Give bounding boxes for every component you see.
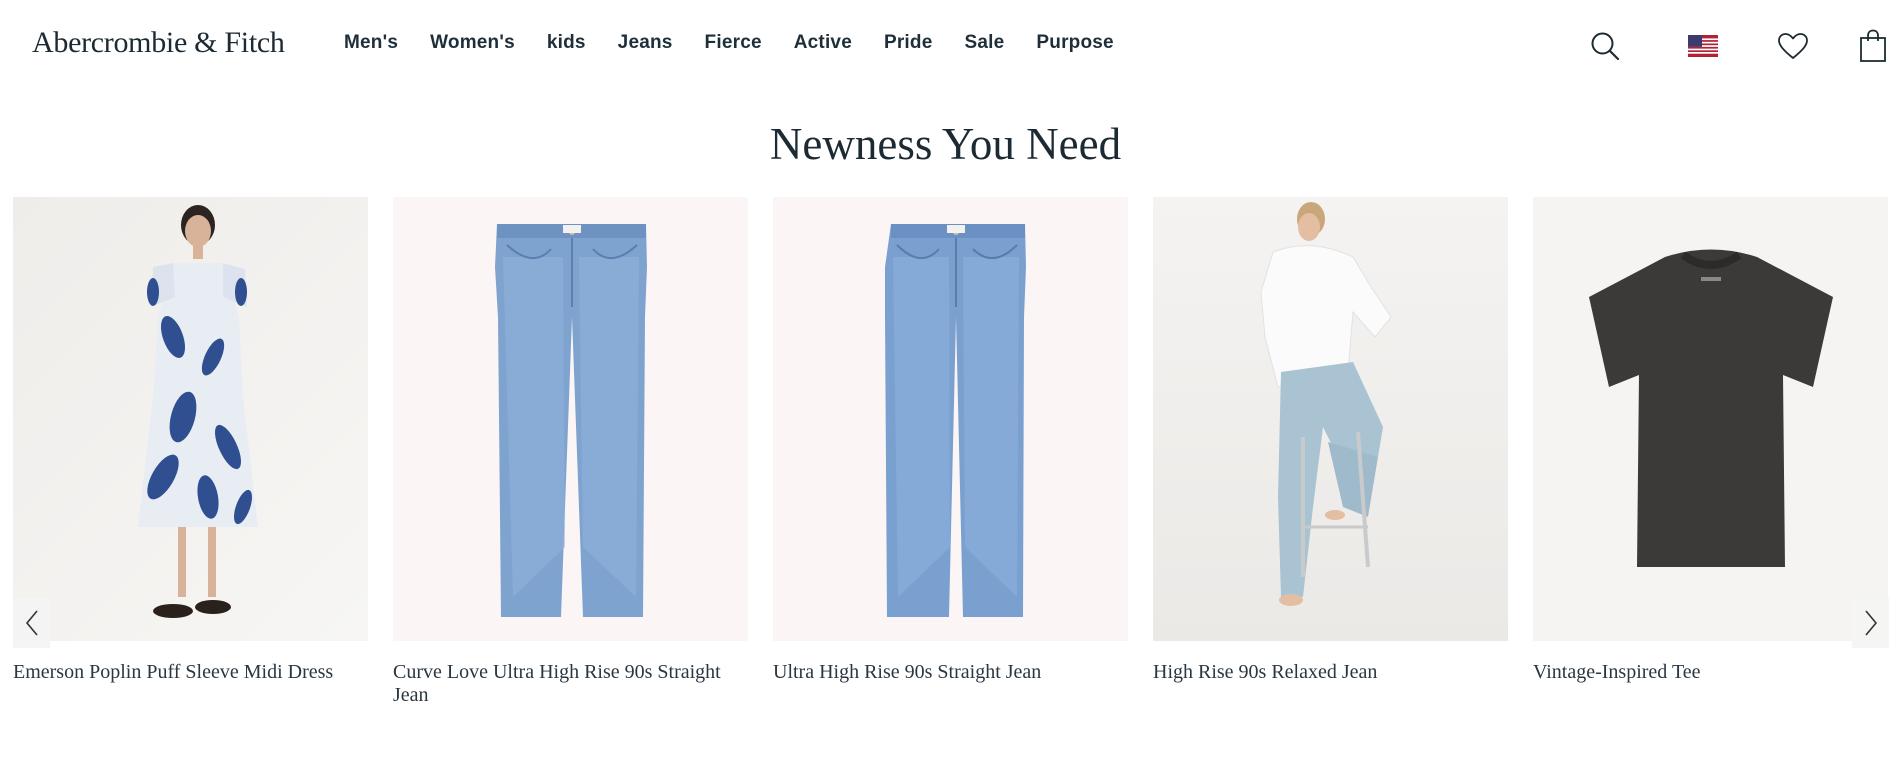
heart-icon[interactable] [1773, 26, 1813, 66]
product-card[interactable]: Ultra High Rise 90s Straight Jean [773, 197, 1128, 684]
chevron-left-icon [25, 610, 38, 636]
search-icon[interactable] [1585, 26, 1625, 66]
nav-item-kids[interactable]: kids [547, 32, 586, 54]
product-name[interactable]: High Rise 90s Relaxed Jean [1153, 661, 1498, 684]
carousel-next-button[interactable] [1852, 598, 1889, 648]
carousel-prev-button[interactable] [13, 598, 50, 648]
product-image[interactable] [1153, 197, 1508, 641]
chevron-right-icon [1864, 610, 1877, 636]
product-name[interactable]: Vintage-Inspired Tee [1533, 661, 1878, 684]
nav-item-mens[interactable]: Men's [344, 32, 398, 54]
product-card[interactable]: Vintage-Inspired Tee [1533, 197, 1888, 684]
us-flag-icon[interactable] [1683, 26, 1723, 66]
nav-item-active[interactable]: Active [794, 32, 852, 54]
product-card[interactable]: Emerson Poplin Puff Sleeve Midi Dress [13, 197, 368, 684]
nav-item-womens[interactable]: Women's [430, 32, 515, 54]
nav-item-pride[interactable]: Pride [884, 32, 933, 54]
product-card[interactable]: Curve Love Ultra High Rise 90s Straight … [393, 197, 748, 707]
product-image[interactable] [393, 197, 748, 641]
nav-item-jeans[interactable]: Jeans [618, 32, 673, 54]
product-name[interactable]: Curve Love Ultra High Rise 90s Straight … [393, 661, 738, 707]
main-nav: Men's Women's kids Jeans Fierce Active P… [344, 32, 1146, 54]
product-name[interactable]: Emerson Poplin Puff Sleeve Midi Dress [13, 661, 358, 684]
product-card[interactable]: High Rise 90s Relaxed Jean [1153, 197, 1508, 684]
product-carousel: Emerson Poplin Puff Sleeve Midi Dress Cu… [0, 197, 1891, 717]
product-image[interactable] [1533, 197, 1888, 641]
site-header: Abercrombie & Fitch Men's Women's kids J… [0, 0, 1891, 88]
section-title: Newness You Need [769, 119, 1122, 169]
product-image[interactable] [773, 197, 1128, 641]
product-image[interactable] [13, 197, 368, 641]
product-name[interactable]: Ultra High Rise 90s Straight Jean [773, 661, 1118, 684]
nav-item-fierce[interactable]: Fierce [705, 32, 762, 54]
shopping-bag-icon[interactable] [1853, 26, 1891, 66]
nav-item-purpose[interactable]: Purpose [1036, 32, 1113, 54]
brand-logo[interactable]: Abercrombie & Fitch [32, 26, 285, 60]
nav-item-sale[interactable]: Sale [965, 32, 1005, 54]
